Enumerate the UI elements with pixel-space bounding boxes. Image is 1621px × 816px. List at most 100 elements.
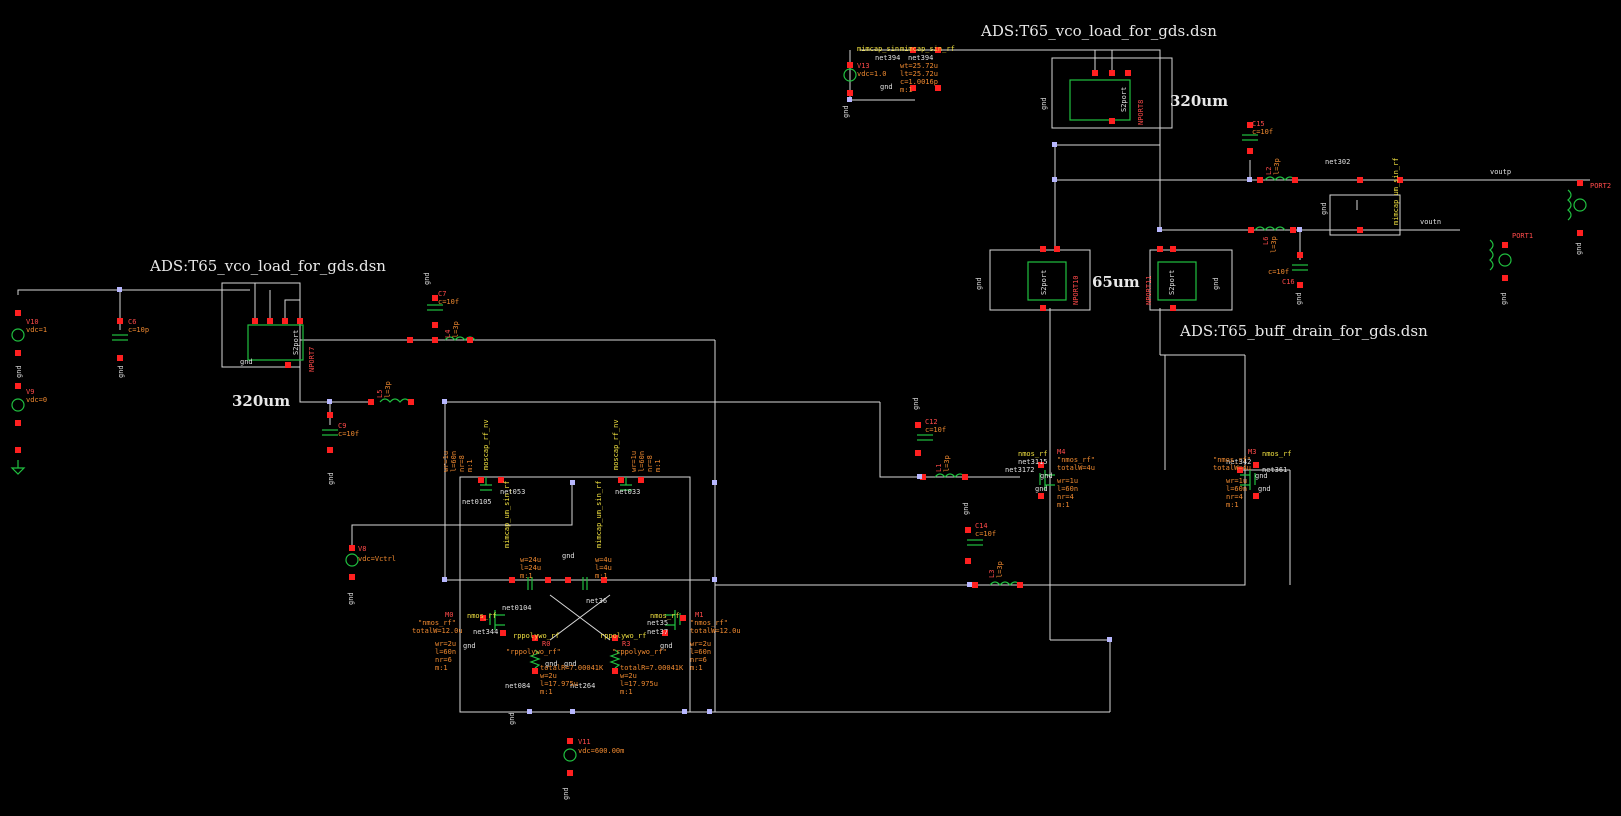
m1-model: "nmos_rf" — [690, 619, 728, 627]
nport10-block[interactable] — [1028, 262, 1066, 300]
v10-value: vdc=1 — [26, 326, 48, 334]
c12-value: c=10f — [925, 426, 947, 434]
r0-model: "rppolywo_rf" — [506, 648, 561, 656]
m3-param-nr: nr=4 — [1226, 493, 1243, 501]
net-394: net394 — [875, 54, 901, 62]
top-mim-label-a: mimcap_sin — [857, 45, 900, 53]
m0-param-l: l=60n — [435, 648, 457, 656]
nport8-label: NPORT8 — [1137, 99, 1145, 125]
r3-model: "rppolywo_rf" — [612, 648, 667, 656]
mid-size-label: 65um — [1092, 273, 1140, 291]
r0-type: rppolywo_rf — [513, 632, 560, 640]
m3-name: M3 — [1248, 448, 1257, 456]
net-302: net302 — [1325, 158, 1351, 166]
gnd-label: gnd — [1295, 292, 1303, 305]
l4-name: L4 — [444, 329, 452, 338]
m0-param-wr: wr=2u — [435, 640, 457, 648]
net-394b: net394 — [908, 54, 934, 62]
gnd-label: gnd — [1500, 292, 1508, 305]
top-right-block-title: ADS:T65_vco_load_for_gds.dsn — [981, 22, 1217, 40]
gnd-label: gnd — [508, 712, 516, 725]
varactor-right-wr: wr=1u — [630, 450, 638, 472]
m0-param-nr: nr=6 — [435, 656, 452, 664]
m4-model: "nmos_rf" — [1057, 456, 1095, 464]
r0-param-m: m:1 — [540, 688, 553, 696]
m4-name: M4 — [1057, 448, 1066, 456]
c8-param-l: l=24u — [520, 564, 542, 572]
net-0104: net0104 — [502, 604, 532, 612]
left-size-label: 320um — [232, 392, 291, 410]
c1-param-w: w=4u — [595, 556, 612, 564]
c14-name: C14 — [975, 522, 988, 530]
nport11-block[interactable] — [1158, 262, 1196, 300]
m1-name: M1 — [695, 611, 704, 619]
gnd-label: gnd — [1575, 242, 1583, 255]
v8-name: V8 — [358, 545, 367, 553]
c1-param-m: m:1 — [595, 572, 608, 580]
net-voutp: voutp — [1490, 168, 1512, 176]
nport8-block[interactable] — [1070, 80, 1130, 120]
gnd-label: gnd — [423, 272, 431, 285]
l2-value: l=3p — [1273, 158, 1281, 175]
nport7-label: NPORT7 — [308, 346, 316, 372]
gnd-label: gnd — [1040, 472, 1053, 480]
l3-name: L3 — [988, 569, 996, 578]
m4-param-nr: nr=4 — [1057, 493, 1074, 501]
l4-value: l=3p — [452, 321, 460, 338]
v13-value: vdc=1.0 — [857, 70, 887, 78]
varactor-left-l: l=60n — [450, 450, 458, 472]
c14-value: c=10f — [975, 530, 997, 538]
r3-type: rppolywo_rf — [600, 632, 647, 640]
l6-name: L6 — [1262, 236, 1270, 245]
net-gnd-core: gnd — [562, 552, 575, 560]
m3-type: nmos_rf — [1262, 450, 1292, 458]
gnd-label: gnd — [912, 397, 920, 410]
r0-name: R0 — [542, 640, 551, 648]
m4-param-l: l=60n — [1057, 485, 1079, 493]
nport10-label: NPORT10 — [1072, 275, 1080, 305]
gnd-label: gnd — [562, 787, 570, 800]
top-mim-wt: wt=25.72u — [900, 62, 938, 70]
m1-param-l: l=60n — [690, 648, 712, 656]
r3-name: R3 — [622, 640, 631, 648]
right-mim-label: mimcap_um_sin_rf — [1392, 157, 1400, 225]
m0-name: M0 — [445, 611, 454, 619]
m1-param-wr: wr=2u — [690, 640, 712, 648]
right-size-label: 320um — [1170, 92, 1229, 110]
m3-param-m: m:1 — [1226, 501, 1239, 509]
l1-name: L1 — [935, 463, 943, 472]
varactor-left-m: m:1 — [466, 459, 474, 472]
l5-value: l=3p — [384, 381, 392, 398]
m1-param-m: m:1 — [690, 664, 703, 672]
c12-name: C12 — [925, 418, 938, 426]
m3-param-l: l=60n — [1226, 485, 1248, 493]
r0-param-w: w=2u — [540, 672, 557, 680]
c8-param-m: m:1 — [520, 572, 533, 580]
net-voutn: voutn — [1420, 218, 1442, 226]
varactor-right-l: l=60n — [638, 450, 646, 472]
r0-param-r: totalR=7.00041K — [540, 664, 604, 672]
c7-value: c=10f — [438, 298, 460, 306]
left-block-title: ADS:T65_vco_load_for_gds.dsn — [150, 257, 386, 275]
gnd-label: gnd — [327, 472, 335, 485]
m0-param-m: m:1 — [435, 664, 448, 672]
net-084: net084 — [505, 682, 531, 690]
c15-name: C15 — [1252, 120, 1265, 128]
c6-name: C6 — [128, 318, 137, 326]
gnd-label: gnd — [117, 365, 125, 378]
gnd-label: gnd — [975, 277, 983, 290]
nport7-block[interactable] — [248, 325, 303, 360]
schematic-canvas[interactable]: ADS:T65_vco_load_for_gds.dsn ADS:T65_vco… — [0, 0, 1621, 816]
net-36: net36 — [586, 597, 608, 605]
port1-label: PORT1 — [1512, 232, 1534, 240]
varactor-left-model: moscap_rf_nv — [482, 419, 490, 470]
v9-value: vdc=0 — [26, 396, 48, 404]
m0-type: nmos_rf — [467, 612, 497, 620]
gnd-label: gnd — [463, 642, 476, 650]
v11-value: vdc=600.00m — [578, 747, 625, 755]
m3-totalw: totalW=4u — [1213, 464, 1251, 472]
m4-param-wr: wr=1u — [1057, 477, 1079, 485]
l5-name: L5 — [376, 389, 384, 398]
top-mim-label-b: mimcap_sin_rf — [900, 45, 955, 53]
gnd-label: gnd — [842, 105, 850, 118]
